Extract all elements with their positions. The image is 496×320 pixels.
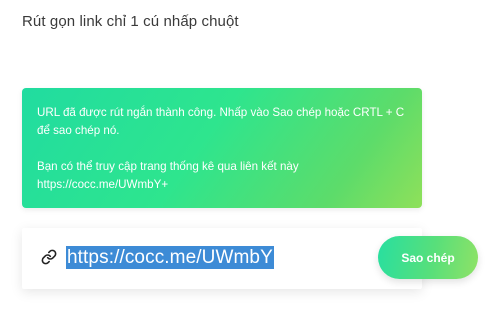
- short-url-text[interactable]: https://cocc.me/UWmbY: [66, 246, 274, 269]
- success-message: URL đã được rút ngắn thành công. Nhấp và…: [37, 106, 405, 137]
- copy-button[interactable]: Sao chép: [378, 236, 478, 279]
- page-title: Rút gọn link chỉ 1 cú nhấp chuột: [22, 13, 239, 30]
- success-notice: URL đã được rút ngắn thành công. Nhấp và…: [22, 88, 422, 208]
- stats-message: Bạn có thể truy cập trang thống kê qua l…: [37, 160, 299, 191]
- link-icon: [41, 249, 57, 265]
- short-link-box: https://cocc.me/UWmbY: [22, 228, 422, 289]
